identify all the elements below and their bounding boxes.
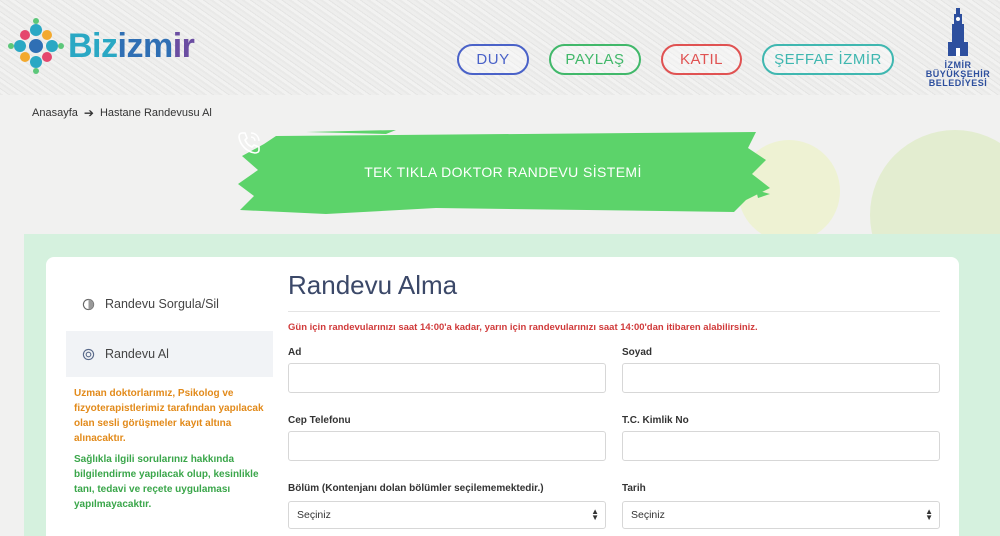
tarih-label: Tarih (622, 483, 646, 494)
clock-tower-icon (948, 8, 968, 56)
arrow-right-icon: ➔ (83, 106, 94, 120)
recording-notice: Uzman doktorlarımız, Psikolog ve fizyote… (74, 388, 264, 444)
radio-circle-icon (82, 348, 95, 360)
tc-label: T.C. Kimlik No (622, 415, 689, 426)
sidebar-item-randevu-sorgula[interactable]: Randevu Sorgula/Sil (66, 281, 273, 327)
phone-icon (238, 132, 260, 154)
belediye-line3: BELEDİYESİ (928, 78, 988, 88)
breadcrumb-current: Hastane Randevusu Al (99, 107, 212, 119)
logo-text-part1: Biz (68, 26, 118, 65)
telefon-input[interactable] (288, 431, 606, 461)
bizizmir-logo[interactable]: Bizizmir (8, 18, 195, 74)
select-caret-icon: ▲ ▼ (925, 507, 933, 522)
appointment-banner[interactable]: TEK TIKLA DOKTOR RANDEVU SİSTEMİ (236, 130, 770, 214)
logo-text-part2: izm (117, 26, 174, 65)
time-warning: Gün için randevularınızı saat 14:00'a ka… (288, 322, 758, 333)
page-title: Randevu Alma (288, 270, 458, 300)
site-header: Bizizmir DUY PAYLAŞ KATIL ŞEFFAF İZMİR İ… (0, 0, 1000, 95)
nav-seffaf-izmir-button[interactable]: ŞEFFAF İZMİR (762, 44, 894, 75)
sidebar-item-label: Randevu Al (105, 347, 169, 361)
sidebar-item-label: Randevu Sorgula/Sil (105, 297, 219, 311)
soyad-label: Soyad (622, 347, 653, 358)
bolum-select[interactable]: Seçiniz ▲ ▼ (288, 501, 606, 529)
health-info-notice: Sağlıkla ilgili sorularınız hakkında bil… (74, 454, 259, 510)
ad-input[interactable] (288, 363, 606, 393)
tc-kimlik-input[interactable] (622, 431, 940, 461)
ad-label: Ad (288, 347, 302, 358)
select-caret-icon: ▲ ▼ (591, 507, 599, 522)
telefon-label: Cep Telefonu (288, 415, 351, 426)
logo-text-part3: ir (172, 26, 195, 65)
tarih-selected-value: Seçiniz (631, 509, 665, 521)
breadcrumb-home[interactable]: Anasayfa (32, 107, 78, 119)
breadcrumb: Anasayfa ➔ Hastane Randevusu Al (32, 106, 212, 120)
bolum-selected-value: Seçiniz (297, 509, 331, 521)
soyad-input[interactable] (622, 363, 940, 393)
title-divider (288, 311, 940, 312)
bizizmir-logo-icon (8, 18, 64, 74)
sidebar-item-randevu-al[interactable]: Randevu Al (66, 331, 273, 377)
nav-paylas-button[interactable]: PAYLAŞ (549, 44, 641, 75)
banner-text: TEK TIKLA DOKTOR RANDEVU SİSTEMİ (364, 164, 642, 180)
nav-katil-button[interactable]: KATIL (661, 44, 742, 75)
bolum-label: Bölüm (Kontenjanı dolan bölümler seçilem… (288, 483, 544, 494)
izmir-buyuksehir-logo[interactable]: İZMİR BÜYÜKŞEHİR BELEDİYESİ (920, 8, 996, 88)
nav-duy-button[interactable]: DUY (457, 44, 529, 75)
bizizmir-logo-text: Bizizmir (68, 26, 195, 66)
search-circle-icon (82, 298, 95, 310)
tarih-select[interactable]: Seçiniz ▲ ▼ (622, 501, 940, 529)
